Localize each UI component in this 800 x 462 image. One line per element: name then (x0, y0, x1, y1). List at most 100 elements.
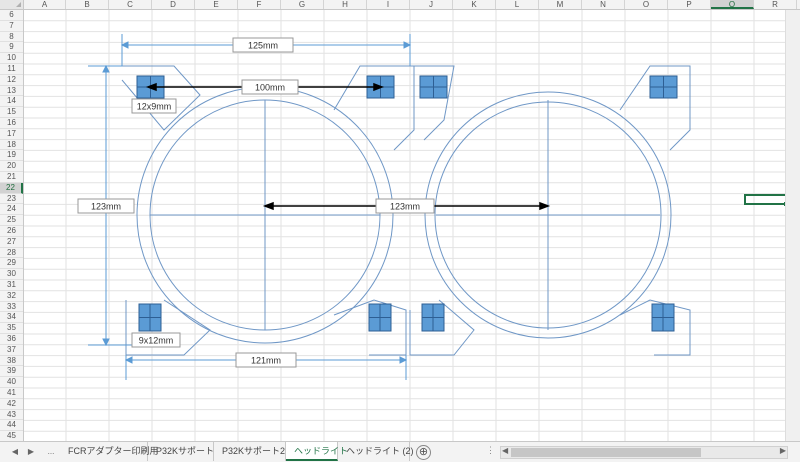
black-arrows (145, 82, 551, 211)
horizontal-scroll-thumb[interactable] (511, 448, 701, 457)
row-header-19[interactable]: 19 (0, 150, 23, 162)
row-header-15[interactable]: 15 (0, 107, 23, 118)
sheet-tab-2[interactable]: P32Kサポート (148, 442, 214, 461)
tab-more-button[interactable]: ... (44, 445, 58, 459)
scroll-left-icon[interactable]: ◀ (502, 446, 508, 455)
spreadsheet-area: ABCDEFGHIJKLMNOPQR 6 7 8 9 10 11 12 13 14 15 16 17 1… (0, 0, 800, 441)
column-header-J[interactable]: J (410, 0, 453, 9)
splitter-handle[interactable]: ⋮ (486, 445, 495, 456)
row-header-37[interactable]: 37 (0, 345, 23, 356)
row-header-34[interactable]: 34 (0, 312, 23, 324)
row-header-24[interactable]: 24 (0, 204, 23, 216)
row-header-29[interactable]: 29 (0, 258, 23, 270)
row-header-36[interactable]: 36 (0, 334, 23, 345)
label-125mm: 125mm (248, 41, 278, 51)
row-header-9[interactable]: 9 (0, 42, 23, 54)
row-header-42[interactable]: 42 (0, 399, 23, 410)
gridlines (24, 10, 800, 441)
row-header-bar: 6 7 8 9 10 11 12 13 14 15 16 17 18 19 20 21 22 23 24 25 26 27… (0, 10, 24, 441)
row-header-18[interactable]: 18 (0, 140, 23, 151)
headlight-drawing: 125mm 100mm 12x9mm 123mm 123mm 9x12mm 12… (24, 10, 800, 441)
row-header-10[interactable]: 10 (0, 53, 23, 64)
row-header-17[interactable]: 17 (0, 129, 23, 140)
row-header-8[interactable]: 8 (0, 32, 23, 43)
tab-nav-next-icon[interactable]: ▶ (24, 445, 38, 459)
square-5 (138, 303, 162, 332)
column-header-R[interactable]: R (754, 0, 797, 9)
dim-left-arrow-bottom (102, 338, 110, 347)
sheet-tab-bar: ◀ ▶ ... FCRアダプター印刷用 P32Kサポート P32Kサポート2 ヘッドラ… (0, 441, 800, 462)
label-123mm-center: 123mm (390, 202, 420, 212)
label-100mm: 100mm (255, 83, 285, 93)
square-6 (368, 303, 392, 332)
column-header-K[interactable]: K (453, 0, 496, 9)
square-7 (421, 303, 445, 332)
label-12x9mm: 12x9mm (137, 102, 172, 112)
row-header-44[interactable]: 44 (0, 420, 23, 432)
column-header-F[interactable]: F (238, 0, 281, 9)
row-header-7[interactable]: 7 (0, 21, 23, 32)
row-header-41[interactable]: 41 (0, 388, 23, 399)
row-header-28[interactable]: 28 (0, 248, 23, 259)
column-header-N[interactable]: N (582, 0, 625, 9)
row-header-14[interactable]: 14 (0, 96, 23, 108)
row-header-21[interactable]: 21 (0, 172, 23, 183)
column-header-H[interactable]: H (324, 0, 367, 9)
horizontal-scrollbar[interactable]: ◀ ▶ (500, 446, 788, 459)
column-header-E[interactable]: E (195, 0, 238, 9)
dim-bottom-arrow-left (124, 356, 133, 364)
label-9x12mm: 9x12mm (139, 336, 174, 346)
row-header-6[interactable]: 6 (0, 10, 23, 21)
select-all-corner[interactable] (0, 0, 24, 10)
row-header-11[interactable]: 11 (0, 64, 23, 75)
row-header-25[interactable]: 25 (0, 215, 23, 226)
scroll-right-icon[interactable]: ▶ (780, 446, 786, 455)
row-header-13[interactable]: 13 (0, 86, 23, 97)
row-header-30[interactable]: 30 (0, 269, 23, 280)
column-header-P[interactable]: P (668, 0, 711, 9)
column-header-C[interactable]: C (109, 0, 152, 9)
column-header-bar: ABCDEFGHIJKLMNOPQR (24, 0, 800, 10)
row-header-33[interactable]: 33 (0, 302, 23, 313)
row-header-26[interactable]: 26 (0, 226, 23, 237)
row-header-38[interactable]: 38 (0, 356, 23, 367)
column-header-O[interactable]: O (625, 0, 668, 9)
row-header-27[interactable]: 27 (0, 237, 23, 248)
sheet-tab-4[interactable]: ヘッドライト (286, 442, 348, 461)
column-header-M[interactable]: M (539, 0, 582, 9)
row-header-43[interactable]: 43 (0, 410, 23, 421)
column-header-D[interactable]: D (152, 0, 195, 9)
row-header-23[interactable]: 23 (0, 194, 23, 205)
square-8 (651, 303, 675, 332)
row-header-40[interactable]: 40 (0, 377, 23, 388)
column-header-B[interactable]: B (66, 0, 109, 9)
column-header-I[interactable]: I (367, 0, 410, 9)
dim-bottom-arrow-right (399, 356, 408, 364)
tab-nav-prev-icon[interactable]: ◀ (8, 445, 22, 459)
label-123mm-left: 123mm (91, 202, 121, 212)
sheet-tab-5[interactable]: ヘッドライト (2) (338, 442, 414, 461)
row-header-45[interactable]: 45 (0, 431, 23, 441)
column-header-G[interactable]: G (281, 0, 324, 9)
row-header-35[interactable]: 35 (0, 323, 23, 334)
selected-cell-q22[interactable] (744, 194, 788, 206)
cell-grid[interactable]: 125mm 100mm 12x9mm 123mm 123mm 9x12mm 12… (24, 10, 800, 441)
row-header-16[interactable]: 16 (0, 118, 23, 129)
sheet-tab-1[interactable]: FCRアダプター印刷用 (60, 442, 159, 461)
row-header-20[interactable]: 20 (0, 161, 23, 172)
column-header-L[interactable]: L (496, 0, 539, 9)
dim-left-arrow-top (102, 64, 110, 73)
row-header-22[interactable]: 22 (0, 182, 23, 194)
sheet-tab-3[interactable]: P32Kサポート2 (214, 442, 286, 461)
row-header-31[interactable]: 31 (0, 280, 23, 291)
vertical-scrollbar[interactable] (785, 10, 800, 441)
right-unit (409, 65, 691, 356)
square-3 (419, 75, 448, 99)
column-header-Q[interactable]: Q (711, 0, 754, 9)
column-header-A[interactable]: A (24, 0, 66, 9)
row-header-39[interactable]: 39 (0, 366, 23, 378)
label-121mm: 121mm (251, 356, 281, 366)
row-header-12[interactable]: 12 (0, 75, 23, 86)
add-sheet-icon[interactable]: ⊕ (416, 445, 431, 460)
row-header-32[interactable]: 32 (0, 291, 23, 302)
